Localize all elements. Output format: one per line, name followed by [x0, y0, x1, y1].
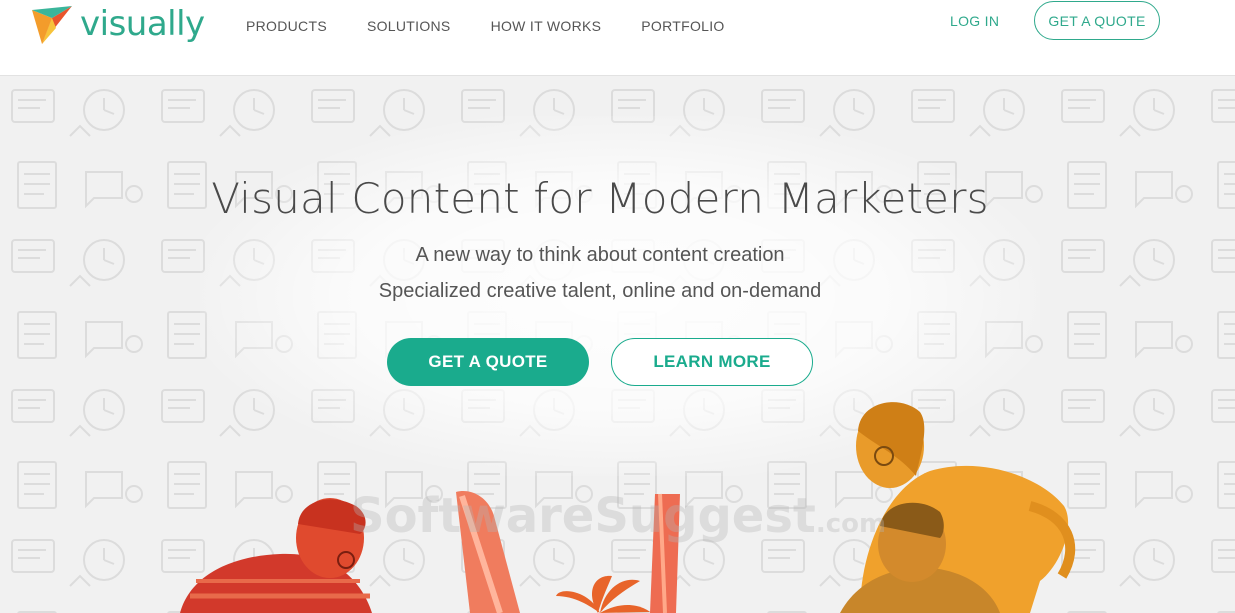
- nav-item-portfolio[interactable]: PORTFOLIO: [641, 18, 724, 34]
- logo-link[interactable]: visually: [30, 4, 205, 48]
- login-link[interactable]: LOG IN: [950, 13, 999, 29]
- nav-item-how-it-works[interactable]: HOW IT WORKS: [491, 18, 602, 34]
- nav-item-products[interactable]: PRODUCTS: [246, 18, 327, 34]
- main-nav: PRODUCTS SOLUTIONS HOW IT WORKS PORTFOLI…: [246, 18, 765, 34]
- visually-logo-icon: [32, 6, 72, 44]
- header-get-quote-button[interactable]: GET A QUOTE: [1034, 1, 1160, 40]
- nav-item-solutions[interactable]: SOLUTIONS: [367, 18, 451, 34]
- watermark-suffix-text: .com: [815, 509, 887, 539]
- softwaresuggest-watermark: SoftwareSuggest.com: [350, 488, 886, 544]
- hero-section: Visual Content for Modern Marketers A ne…: [0, 76, 1235, 613]
- man-left-figure: [180, 498, 372, 613]
- plant-shape: [556, 575, 650, 613]
- site-header: visually PRODUCTS SOLUTIONS HOW IT WORKS…: [0, 0, 1235, 76]
- logo-wordmark: visually: [80, 4, 205, 44]
- watermark-main-text: SoftwareSuggest: [350, 488, 816, 544]
